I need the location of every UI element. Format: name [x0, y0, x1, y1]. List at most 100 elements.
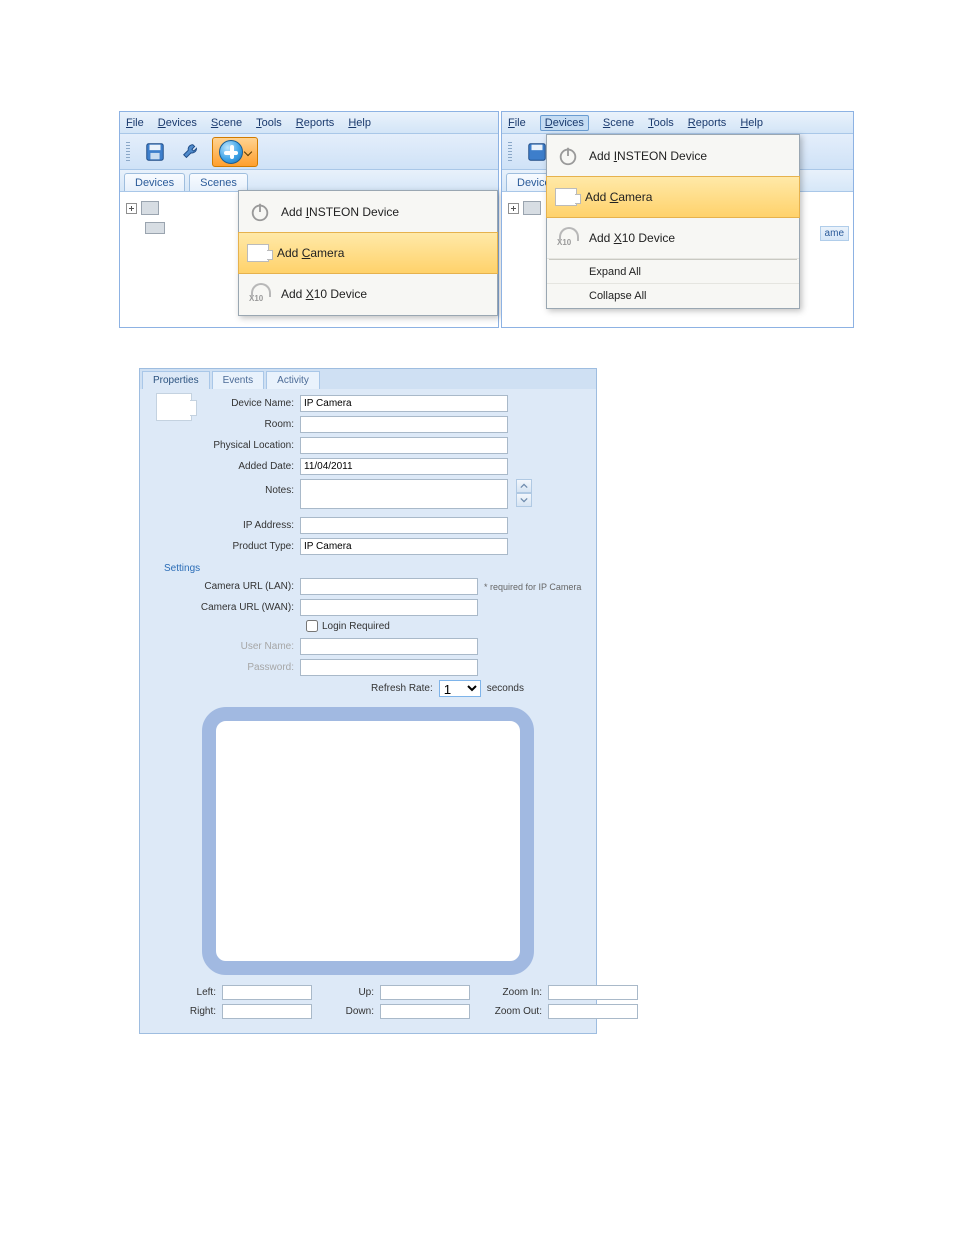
tree-expand-icon[interactable]	[508, 203, 519, 214]
devices-menu-dropdown: Add INSTEON Device Add Camera Add X10 De…	[546, 134, 800, 309]
menu-item-add-camera[interactable]: Add Camera	[238, 232, 498, 274]
menu-item-add-x10[interactable]: Add X10 Device	[239, 273, 497, 315]
save-button[interactable]	[140, 137, 170, 167]
added-date-input[interactable]	[300, 458, 508, 475]
menu-label: Add X10 Device	[281, 287, 367, 301]
room-input[interactable]	[300, 416, 508, 433]
tab-activity[interactable]: Activity	[266, 371, 320, 389]
menu-reports[interactable]: Reports	[296, 117, 335, 129]
menu-scene[interactable]: Scene	[211, 117, 242, 129]
menu-item-expand-all[interactable]: Expand All	[547, 260, 799, 284]
label-added-date: Added Date:	[150, 461, 300, 472]
camera-url-wan-input[interactable]	[300, 599, 478, 616]
label-zoom-in: Zoom In:	[474, 987, 544, 998]
label-right: Right:	[158, 1006, 218, 1017]
tree-expand-icon[interactable]	[126, 203, 137, 214]
ptz-zoom-out-input[interactable]	[548, 1004, 638, 1019]
save-icon	[144, 141, 166, 163]
save-icon	[526, 141, 548, 163]
toolbar-grip-icon	[126, 142, 130, 162]
label-camera-url-wan: Camera URL (WAN):	[150, 602, 300, 613]
camera-icon	[555, 188, 577, 206]
menu-label: Add Camera	[277, 246, 344, 260]
label-user-name: User Name:	[150, 641, 300, 652]
column-header-name: ame	[820, 226, 849, 241]
menu-item-add-insteon[interactable]: Add INSTEON Device	[547, 135, 799, 177]
menu-devices[interactable]: Devices	[540, 115, 589, 131]
label-camera-url-lan: Camera URL (LAN):	[150, 581, 300, 592]
refresh-rate-select[interactable]: 1	[439, 680, 481, 697]
label-physical-location: Physical Location:	[150, 440, 300, 451]
ptz-zoom-in-input[interactable]	[548, 985, 638, 1000]
app-window-right: File Devices Scene Tools Reports Help De…	[501, 111, 854, 328]
menu-label: Add INSTEON Device	[589, 149, 707, 163]
physical-location-input[interactable]	[300, 437, 508, 454]
ptz-left-input[interactable]	[222, 985, 312, 1000]
menubar: File Devices Scene Tools Reports Help	[120, 112, 498, 134]
menu-help[interactable]: Help	[348, 117, 371, 129]
x10-icon	[247, 283, 273, 305]
section-settings: Settings	[164, 563, 586, 574]
chevron-up-icon	[520, 482, 528, 490]
camera-url-lan-input[interactable]	[300, 578, 478, 595]
wrench-icon	[180, 141, 202, 163]
ptz-down-input[interactable]	[380, 1004, 470, 1019]
tab-events[interactable]: Events	[212, 371, 265, 389]
menu-label: Add Camera	[585, 190, 652, 204]
tab-properties[interactable]: Properties	[142, 371, 210, 389]
label-left: Left:	[158, 987, 218, 998]
menu-item-add-camera[interactable]: Add Camera	[546, 176, 800, 218]
device-icon	[141, 201, 159, 215]
menu-devices[interactable]: Devices	[158, 117, 197, 129]
required-note: * required for IP Camera	[484, 582, 581, 592]
scroll-down-button[interactable]	[516, 493, 532, 507]
chevron-down-icon	[520, 496, 528, 504]
menu-label: Add X10 Device	[589, 231, 675, 245]
label-ip-address: IP Address:	[150, 520, 300, 531]
menu-item-collapse-all[interactable]: Collapse All	[547, 284, 799, 308]
settings-button[interactable]	[176, 137, 206, 167]
menu-scene[interactable]: Scene	[603, 117, 634, 129]
label-login-required: Login Required	[322, 621, 390, 632]
menu-label: Collapse All	[589, 290, 646, 302]
menu-reports[interactable]: Reports	[688, 117, 727, 129]
label-product-type: Product Type:	[150, 541, 300, 552]
login-required-checkbox[interactable]	[306, 620, 318, 632]
tab-devices[interactable]: Devices	[124, 173, 185, 191]
password-input	[300, 659, 478, 676]
label-password: Password:	[150, 662, 300, 673]
menu-file[interactable]: File	[126, 117, 144, 129]
menu-item-add-x10[interactable]: Add X10 Device	[547, 217, 799, 259]
x10-icon	[555, 227, 581, 249]
camera-icon	[247, 244, 269, 262]
camera-preview	[202, 707, 534, 975]
label-up: Up:	[316, 987, 376, 998]
ptz-up-input[interactable]	[380, 985, 470, 1000]
user-name-input	[300, 638, 478, 655]
scroll-up-button[interactable]	[516, 479, 532, 493]
menu-item-add-insteon[interactable]: Add INSTEON Device	[239, 191, 497, 233]
device-icon	[523, 201, 541, 215]
chevron-down-icon	[244, 147, 252, 155]
menu-tools[interactable]: Tools	[256, 117, 282, 129]
menu-help[interactable]: Help	[740, 117, 763, 129]
camera-properties-panel: Properties Events Activity Device Name: …	[139, 368, 597, 1034]
tab-scenes[interactable]: Scenes	[189, 173, 248, 191]
side-tabs: Devices Scenes	[120, 170, 498, 192]
menu-label: Expand All	[589, 266, 641, 278]
menu-tools[interactable]: Tools	[648, 117, 674, 129]
device-name-input[interactable]	[300, 395, 508, 412]
menubar: File Devices Scene Tools Reports Help	[502, 112, 853, 134]
ip-address-field	[300, 517, 508, 534]
menu-file[interactable]: File	[508, 117, 526, 129]
properties-tabs: Properties Events Activity	[140, 369, 596, 389]
add-device-split-button[interactable]	[212, 137, 258, 167]
notes-textarea[interactable]	[300, 479, 508, 509]
product-type-field	[300, 538, 508, 555]
label-zoom-out: Zoom Out:	[474, 1006, 544, 1017]
ptz-right-input[interactable]	[222, 1004, 312, 1019]
power-icon	[555, 143, 581, 169]
plus-circle-icon	[219, 140, 243, 164]
power-icon	[247, 199, 273, 225]
label-notes: Notes:	[150, 479, 300, 496]
